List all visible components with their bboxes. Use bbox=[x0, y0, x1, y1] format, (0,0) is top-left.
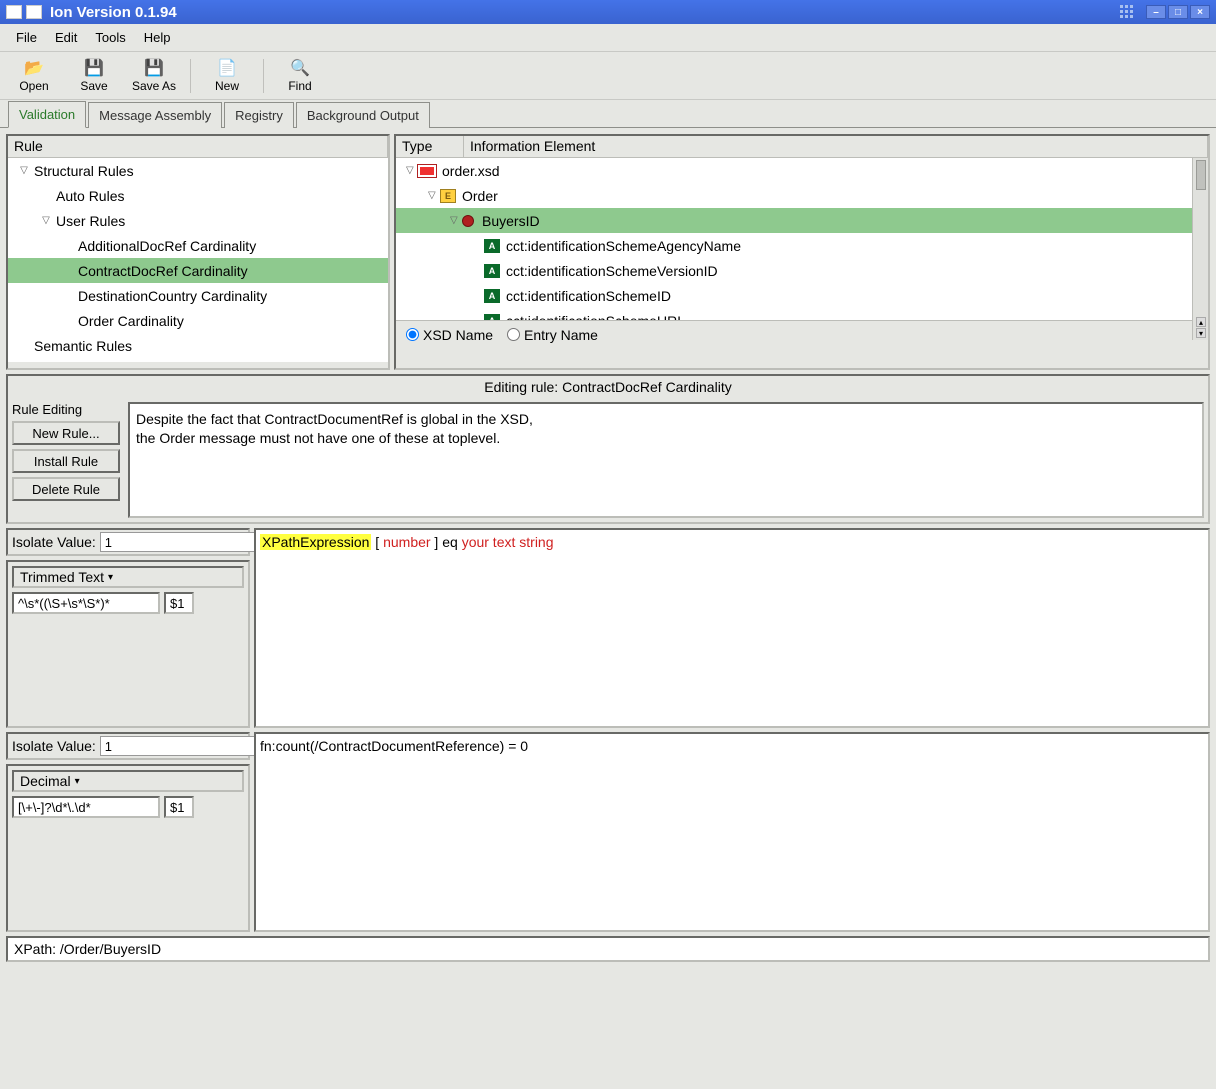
rule-tree-item[interactable]: Auto Rules bbox=[8, 183, 388, 208]
menu-file[interactable]: File bbox=[8, 27, 45, 48]
rule-tree-item[interactable]: Semantic Rules bbox=[8, 333, 388, 358]
rule-tree-item[interactable]: AdditionalDocRef Cardinality bbox=[8, 233, 388, 258]
number-token: number bbox=[383, 534, 430, 550]
attribute-icon: A bbox=[484, 289, 500, 303]
titlebar-grip bbox=[1120, 5, 1136, 19]
expression-editor-2[interactable]: fn:count(/ContractDocumentReference) = 0 bbox=[254, 732, 1210, 932]
titlebar-icons bbox=[6, 5, 42, 19]
element-icon: E bbox=[440, 189, 456, 203]
save-icon: 💾 bbox=[83, 58, 105, 78]
attribute-icon: A bbox=[484, 239, 500, 253]
scroll-down-icon[interactable]: ▾ bbox=[1196, 328, 1206, 338]
regex-pattern-input-2[interactable] bbox=[12, 796, 160, 818]
type-tree-item[interactable]: Acct:identificationSchemeID bbox=[396, 283, 1208, 308]
toolbar: 📂Open 💾Save 💾Save As 📄New 🔍Find bbox=[0, 52, 1216, 100]
menubar: File Edit Tools Help bbox=[0, 24, 1216, 52]
open-button[interactable]: 📂Open bbox=[10, 58, 58, 93]
rule-tree[interactable]: ▽Structural Rules Auto Rules▽User RulesA… bbox=[8, 158, 388, 362]
type-tree-item[interactable]: ▽BuyersID bbox=[396, 208, 1208, 233]
text-string-token: your text string bbox=[462, 534, 554, 550]
install-rule-button[interactable]: Install Rule bbox=[12, 449, 120, 473]
save-button[interactable]: 💾Save bbox=[70, 58, 118, 93]
xpath-expression-token: XPathExpression bbox=[260, 534, 371, 550]
isolate-value-row-2: Isolate Value: ▴▾ bbox=[6, 732, 250, 760]
menu-help[interactable]: Help bbox=[136, 27, 179, 48]
new-icon: 📄 bbox=[216, 58, 238, 78]
entry-name-radio[interactable]: Entry Name bbox=[507, 327, 598, 343]
saveas-button[interactable]: 💾Save As bbox=[130, 58, 178, 93]
scrollbar-thumb[interactable] bbox=[1196, 160, 1206, 190]
rule-tree-item[interactable]: Order Cardinality bbox=[8, 308, 388, 333]
regex-pattern-input-1[interactable] bbox=[12, 592, 160, 614]
maximize-button[interactable]: □ bbox=[1168, 5, 1188, 19]
rule-editing-label: Rule Editing bbox=[12, 402, 120, 417]
toolbar-separator bbox=[190, 59, 191, 93]
caret-down-icon: ▾ bbox=[108, 572, 113, 583]
type-tree[interactable]: ▽order.xsd▽EOrder▽BuyersIDAcct:identific… bbox=[396, 158, 1208, 320]
isolate-value-label: Isolate Value: bbox=[12, 738, 96, 754]
rule-tree-item[interactable]: ContractDocRef Cardinality bbox=[8, 258, 388, 283]
tab-registry[interactable]: Registry bbox=[224, 102, 294, 128]
menu-tools[interactable]: Tools bbox=[87, 27, 133, 48]
rule-description[interactable]: Despite the fact that ContractDocumentRe… bbox=[128, 402, 1204, 518]
info-element-column-header[interactable]: Information Element bbox=[464, 136, 1208, 157]
delete-rule-button[interactable]: Delete Rule bbox=[12, 477, 120, 501]
window-title: Ion Version 0.1.94 bbox=[50, 4, 1120, 21]
rule-tree-item[interactable]: ▽User Rules bbox=[8, 208, 388, 233]
file-icon bbox=[418, 165, 436, 177]
scroll-up-icon[interactable]: ▴ bbox=[1196, 317, 1206, 327]
saveas-icon: 💾 bbox=[143, 58, 165, 78]
type-tree-item[interactable]: ▽EOrder bbox=[396, 183, 1208, 208]
type-column-header[interactable]: Type bbox=[396, 136, 464, 157]
close-button[interactable]: × bbox=[1190, 5, 1210, 19]
element-dot-icon bbox=[462, 215, 474, 227]
isolate-value-row-1: Isolate Value: ▴▾ bbox=[6, 528, 250, 556]
rule-tree-panel: Rule ▽Structural Rules Auto Rules▽User R… bbox=[6, 134, 390, 370]
type-tree-item[interactable]: Acct:identificationSchemeVersionID bbox=[396, 258, 1208, 283]
menu-edit[interactable]: Edit bbox=[47, 27, 85, 48]
new-button[interactable]: 📄New bbox=[203, 58, 251, 93]
expression-editor-1[interactable]: XPathExpression [ number ] eq your text … bbox=[254, 528, 1210, 728]
caret-down-icon: ▾ bbox=[75, 776, 80, 787]
edit-rule-panel: Editing rule: ContractDocRef Cardinality… bbox=[6, 374, 1210, 524]
regex-replace-input-2[interactable] bbox=[164, 796, 194, 818]
open-icon: 📂 bbox=[23, 58, 45, 78]
regex-replace-input-1[interactable] bbox=[164, 592, 194, 614]
type-tree-scrollbar[interactable]: ▴▾ bbox=[1192, 158, 1208, 340]
minimize-button[interactable]: – bbox=[1146, 5, 1166, 19]
toolbar-separator bbox=[263, 59, 264, 93]
type-tree-panel: Type Information Element ▽order.xsd▽EOrd… bbox=[394, 134, 1210, 370]
tab-validation[interactable]: Validation bbox=[8, 101, 86, 128]
type-tree-item[interactable]: Acct:identificationSchemeURI bbox=[396, 308, 1208, 320]
tab-background-output[interactable]: Background Output bbox=[296, 102, 430, 128]
type-tree-item[interactable]: Acct:identificationSchemeAgencyName bbox=[396, 233, 1208, 258]
edit-rule-title: Editing rule: ContractDocRef Cardinality bbox=[8, 376, 1208, 398]
rule-tree-item[interactable]: DestinationCountry Cardinality bbox=[8, 283, 388, 308]
type-tree-item[interactable]: ▽order.xsd bbox=[396, 158, 1208, 183]
attribute-icon: A bbox=[484, 264, 500, 278]
attribute-icon: A bbox=[484, 314, 500, 321]
new-rule-button[interactable]: New Rule... bbox=[12, 421, 120, 445]
xsd-name-radio[interactable]: XSD Name bbox=[406, 327, 493, 343]
tab-row: Validation Message Assembly Registry Bac… bbox=[0, 100, 1216, 128]
find-icon: 🔍 bbox=[289, 58, 311, 78]
isolate-type-select-1[interactable]: Trimmed Text▾ bbox=[12, 566, 244, 588]
xpath-status-bar: XPath: /Order/BuyersID bbox=[6, 936, 1210, 962]
isolate-value-label: Isolate Value: bbox=[12, 534, 96, 550]
rule-column-header[interactable]: Rule bbox=[8, 136, 388, 157]
tab-message-assembly[interactable]: Message Assembly bbox=[88, 102, 222, 128]
titlebar: Ion Version 0.1.94 – □ × bbox=[0, 0, 1216, 24]
rule-tree-item[interactable]: ▽Structural Rules bbox=[8, 158, 388, 183]
isolate-type-select-2[interactable]: Decimal▾ bbox=[12, 770, 244, 792]
find-button[interactable]: 🔍Find bbox=[276, 58, 324, 93]
